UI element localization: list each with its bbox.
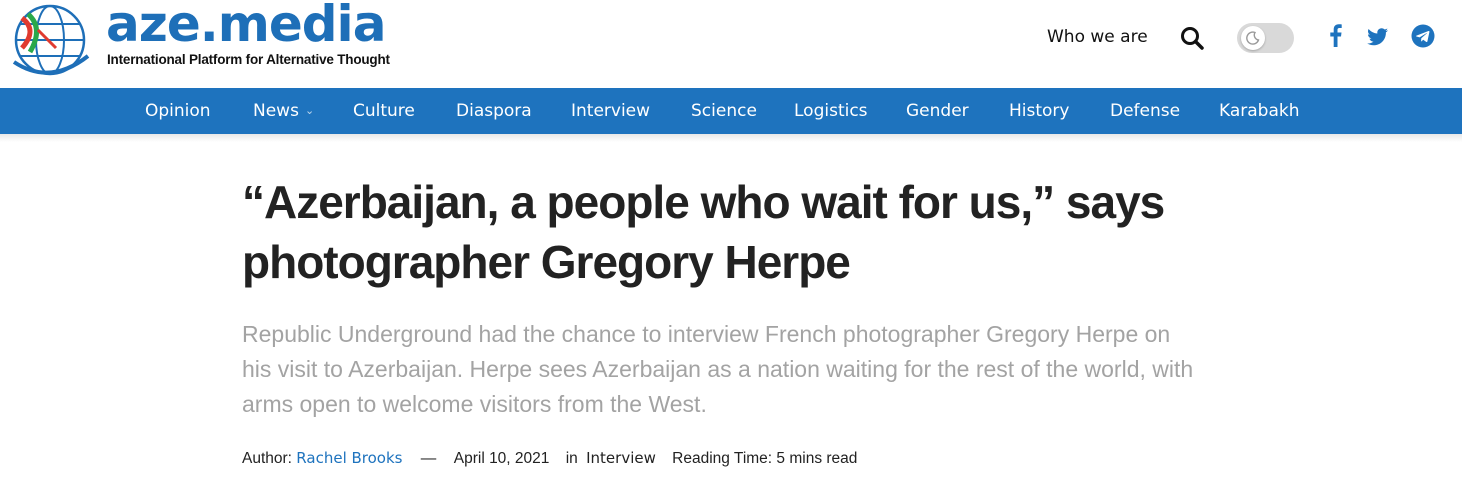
twitter-glyph bbox=[1367, 28, 1388, 46]
article-title-line-2: photographer Gregory Herpe bbox=[242, 236, 851, 288]
article-subtitle: Republic Underground had the chance to i… bbox=[242, 321, 1194, 417]
telegram-icon[interactable] bbox=[1410, 22, 1436, 50]
author-link[interactable]: Rachel Brooks bbox=[296, 449, 402, 467]
nav-item-label: Science bbox=[691, 101, 757, 121]
dark-mode-toggle[interactable] bbox=[1237, 23, 1294, 53]
nav-shadow bbox=[0, 134, 1462, 142]
nav-item-label: Gender bbox=[906, 101, 969, 121]
site-header: aze.media International Platform for Alt… bbox=[0, 0, 1462, 88]
nav-item-diaspora[interactable]: Diaspora bbox=[456, 88, 532, 134]
nav-item-label: Karabakh bbox=[1219, 101, 1300, 121]
article-title: “Azerbaijan, a people who wait for us,” … bbox=[242, 172, 1232, 292]
who-we-are-link[interactable]: Who we are bbox=[1047, 27, 1148, 47]
nav-item-defense[interactable]: Defense bbox=[1110, 88, 1180, 134]
article-title-line-1: “Azerbaijan, a people who wait for us,” … bbox=[242, 176, 1165, 228]
article-meta: Author: Rachel Brooks — April 10, 2021 i… bbox=[242, 449, 857, 468]
site-logo[interactable]: aze.media International Platform for Alt… bbox=[8, 0, 390, 88]
site-tagline: International Platform for Alternative T… bbox=[107, 52, 390, 67]
toggle-knob bbox=[1241, 26, 1265, 50]
nav-item-news[interactable]: News ⌄ bbox=[253, 88, 314, 134]
nav-item-science[interactable]: Science bbox=[691, 88, 757, 134]
nav-item-label: Interview bbox=[571, 101, 651, 121]
facebook-icon[interactable] bbox=[1323, 22, 1349, 50]
telegram-glyph bbox=[1411, 24, 1435, 48]
chevron-down-icon: ⌄ bbox=[304, 104, 315, 117]
moon-icon bbox=[1246, 31, 1260, 45]
nav-item-label: Diaspora bbox=[456, 101, 532, 121]
nav-item-label: Defense bbox=[1110, 101, 1181, 121]
search-icon[interactable] bbox=[1178, 24, 1206, 52]
nav-item-karabakh[interactable]: Karabakh bbox=[1219, 88, 1300, 134]
nav-item-logistics[interactable]: Logistics bbox=[794, 88, 868, 134]
nav-item-culture[interactable]: Culture bbox=[353, 88, 415, 134]
nav-item-interview[interactable]: Interview bbox=[571, 88, 650, 134]
nav-item-opinion[interactable]: Opinion bbox=[145, 88, 211, 134]
nav-item-label: Opinion bbox=[145, 101, 211, 121]
meta-separator: — bbox=[420, 450, 437, 467]
nav-item-label: News bbox=[253, 101, 299, 121]
nav-item-gender[interactable]: Gender bbox=[906, 88, 969, 134]
nav-item-label: Logistics bbox=[794, 101, 868, 121]
facebook-glyph bbox=[1330, 24, 1342, 47]
site-name: aze.media bbox=[106, 0, 386, 53]
publish-date: April 10, 2021 bbox=[453, 450, 550, 467]
main-nav: Opinion News ⌄ Culture Diaspora Interview… bbox=[0, 88, 1462, 134]
reading-time: Reading Time: 5 mins read bbox=[672, 450, 858, 467]
nav-item-label: Culture bbox=[353, 101, 415, 121]
nav-item-label: History bbox=[1009, 101, 1070, 121]
author-label: Author: bbox=[242, 450, 292, 467]
globe-logo-icon bbox=[12, 4, 90, 76]
category-prefix: in bbox=[565, 450, 578, 467]
category-link[interactable]: Interview bbox=[586, 449, 656, 467]
nav-item-history[interactable]: History bbox=[1009, 88, 1069, 134]
twitter-icon[interactable] bbox=[1364, 22, 1390, 50]
